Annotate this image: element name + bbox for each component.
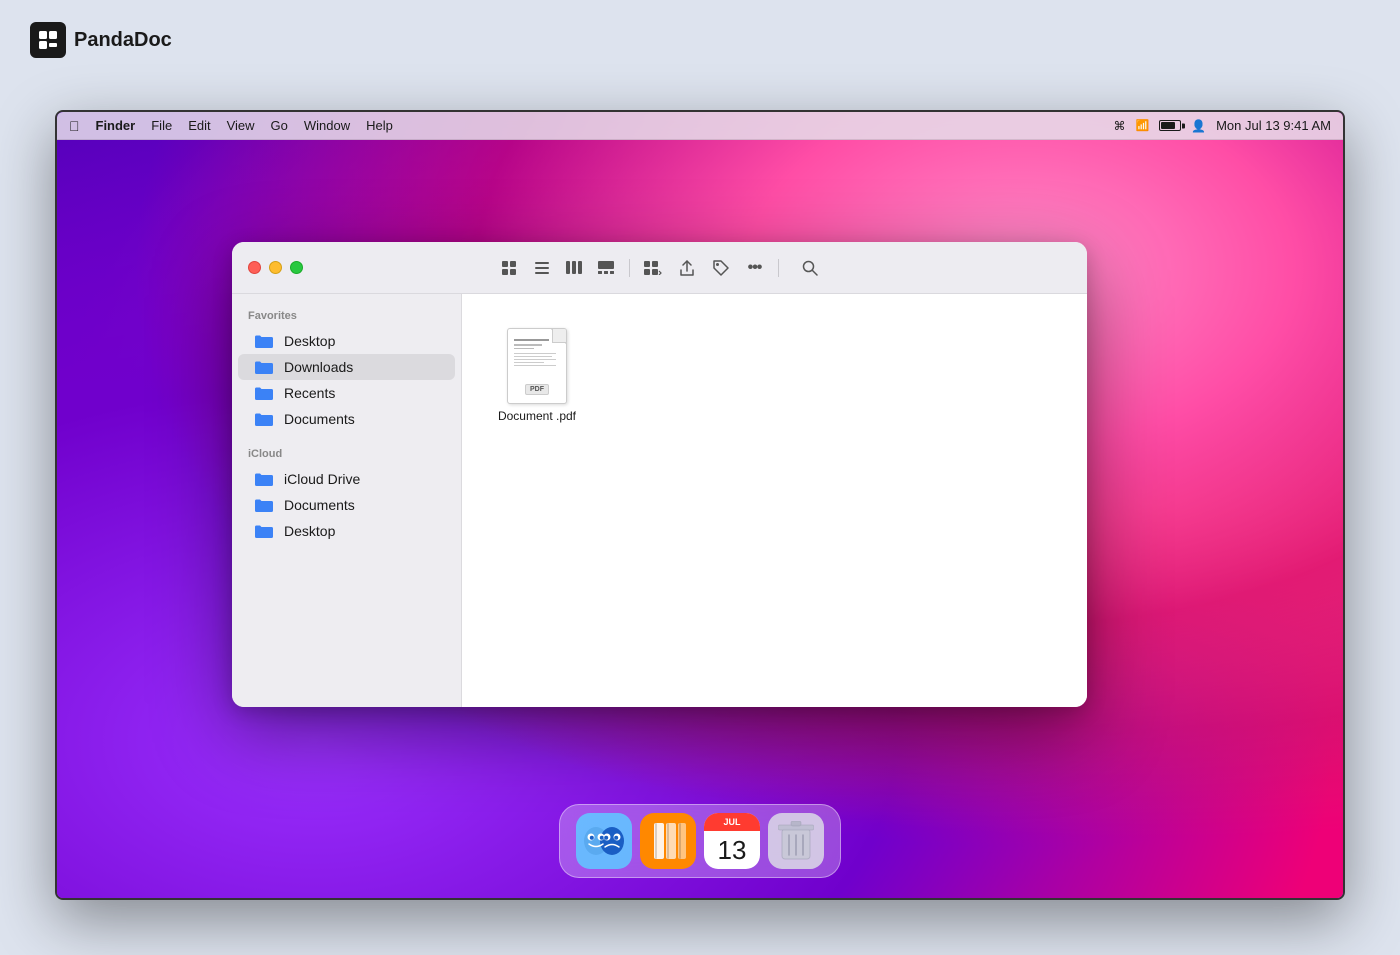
menu-edit[interactable]: Edit: [188, 118, 210, 133]
list-view-button[interactable]: [527, 256, 557, 280]
toolbar-icons: •••: [495, 256, 825, 280]
folder-icon-icloud-desktop: [254, 523, 274, 539]
finder-content: PDF Document .pdf: [462, 294, 1087, 707]
section-gap: [232, 432, 461, 448]
favorites-label: Favorites: [232, 310, 461, 328]
desktop-label: Desktop: [284, 333, 335, 349]
folder-icon-documents: [254, 411, 274, 427]
share-button[interactable]: [672, 256, 702, 280]
folder-icon-icloud-drive: [254, 471, 274, 487]
file-name: Document .pdf: [498, 409, 576, 423]
sidebar-item-recents[interactable]: Recents: [238, 380, 455, 406]
search-button[interactable]: [795, 256, 825, 280]
menu-file[interactable]: File: [151, 118, 172, 133]
folder-icon-icloud-docs: [254, 497, 274, 513]
calendar-body: 13: [718, 831, 747, 869]
menu-bar:  Finder File Edit View Go Window Help ⌘…: [57, 112, 1343, 140]
menu-help[interactable]: Help: [366, 118, 393, 133]
calendar-day: 13: [718, 835, 747, 866]
pandadoc-logo: PandaDoc: [30, 22, 172, 58]
documents-label: Documents: [284, 411, 355, 427]
pdf-label: PDF: [525, 384, 549, 395]
mac-dock: JUL 13: [559, 804, 841, 878]
pdf-body-line-3: [514, 359, 556, 360]
dock-books[interactable]: [640, 813, 696, 869]
pdf-title-line: [514, 339, 549, 341]
menu-view[interactable]: View: [227, 118, 255, 133]
finder-toolbar: •••: [232, 242, 1087, 294]
column-view-button[interactable]: [559, 256, 589, 280]
pdf-body-line-5: [514, 365, 556, 366]
menu-bar-right: ⌘ 📶 👤 Mon Jul 13 9:41 AM: [1113, 118, 1331, 133]
recents-label: Recents: [284, 385, 335, 401]
close-button[interactable]: [248, 261, 261, 274]
pdf-body-lines: [514, 353, 560, 366]
sidebar-item-documents[interactable]: Documents: [238, 406, 455, 432]
dock-finder[interactable]: [576, 813, 632, 869]
sidebar-item-icloud-desktop[interactable]: Desktop: [238, 518, 455, 544]
folder-icon-downloads: [254, 359, 274, 375]
pandadoc-name: PandaDoc: [74, 29, 172, 52]
tag-button[interactable]: [706, 256, 736, 280]
battery-icon: [1159, 120, 1181, 131]
pdf-fold: [552, 329, 566, 343]
finder-sidebar: Favorites Desktop Downloads: [232, 294, 462, 707]
menu-finder[interactable]: Finder: [96, 118, 136, 133]
wifi-icon: ⌘: [1113, 119, 1125, 133]
finder-body: Favorites Desktop Downloads: [232, 294, 1087, 707]
pdf-sub-line-2: [514, 348, 534, 350]
menu-bar-left:  Finder File Edit View Go Window Help: [69, 118, 393, 134]
dock-calendar[interactable]: JUL 13: [704, 813, 760, 869]
pdf-body-line-2: [514, 356, 552, 357]
pdf-file-icon: PDF: [503, 324, 571, 404]
fullscreen-button[interactable]: [290, 261, 303, 274]
sidebar-item-desktop[interactable]: Desktop: [238, 328, 455, 354]
grid-view-button[interactable]: [495, 256, 525, 280]
apple-menu[interactable]: : [69, 118, 80, 134]
datetime: Mon Jul 13 9:41 AM: [1216, 118, 1331, 133]
more-button[interactable]: •••: [740, 256, 770, 280]
icloud-label: iCloud: [232, 448, 461, 466]
folder-icon-recents: [254, 385, 274, 401]
pdf-body-line-4: [514, 362, 544, 363]
calendar-month: JUL: [723, 817, 740, 827]
icloud-desktop-label: Desktop: [284, 523, 335, 539]
group-by-button[interactable]: [638, 256, 668, 280]
separator-1: [629, 259, 630, 277]
sidebar-item-icloud-documents[interactable]: Documents: [238, 492, 455, 518]
sidebar-item-icloud-drive[interactable]: iCloud Drive: [238, 466, 455, 492]
downloads-label: Downloads: [284, 359, 353, 375]
menu-window[interactable]: Window: [304, 118, 350, 133]
pd-icon: [30, 22, 66, 58]
mac-screen:  Finder File Edit View Go Window Help ⌘…: [55, 110, 1345, 900]
icloud-documents-label: Documents: [284, 497, 355, 513]
user-icon: 👤: [1191, 119, 1206, 133]
pdf-page: PDF: [507, 328, 567, 404]
icloud-drive-label: iCloud Drive: [284, 471, 360, 487]
wifi-symbol: 📶: [1135, 119, 1149, 132]
finder-window: ••• Favorites Desktop: [232, 242, 1087, 707]
menu-go[interactable]: Go: [271, 118, 288, 133]
view-icons: [495, 256, 621, 280]
pdf-sub-line-1: [514, 344, 542, 346]
sidebar-item-downloads[interactable]: Downloads: [238, 354, 455, 380]
separator-2: [778, 259, 779, 277]
minimize-button[interactable]: [269, 261, 282, 274]
dock-trash[interactable]: [768, 813, 824, 869]
calendar-header: JUL: [704, 813, 760, 831]
file-item-pdf[interactable]: PDF Document .pdf: [492, 324, 582, 423]
traffic-lights: [248, 261, 303, 274]
pdf-body-line-1: [514, 353, 556, 354]
folder-icon-desktop: [254, 333, 274, 349]
gallery-view-button[interactable]: [591, 256, 621, 280]
